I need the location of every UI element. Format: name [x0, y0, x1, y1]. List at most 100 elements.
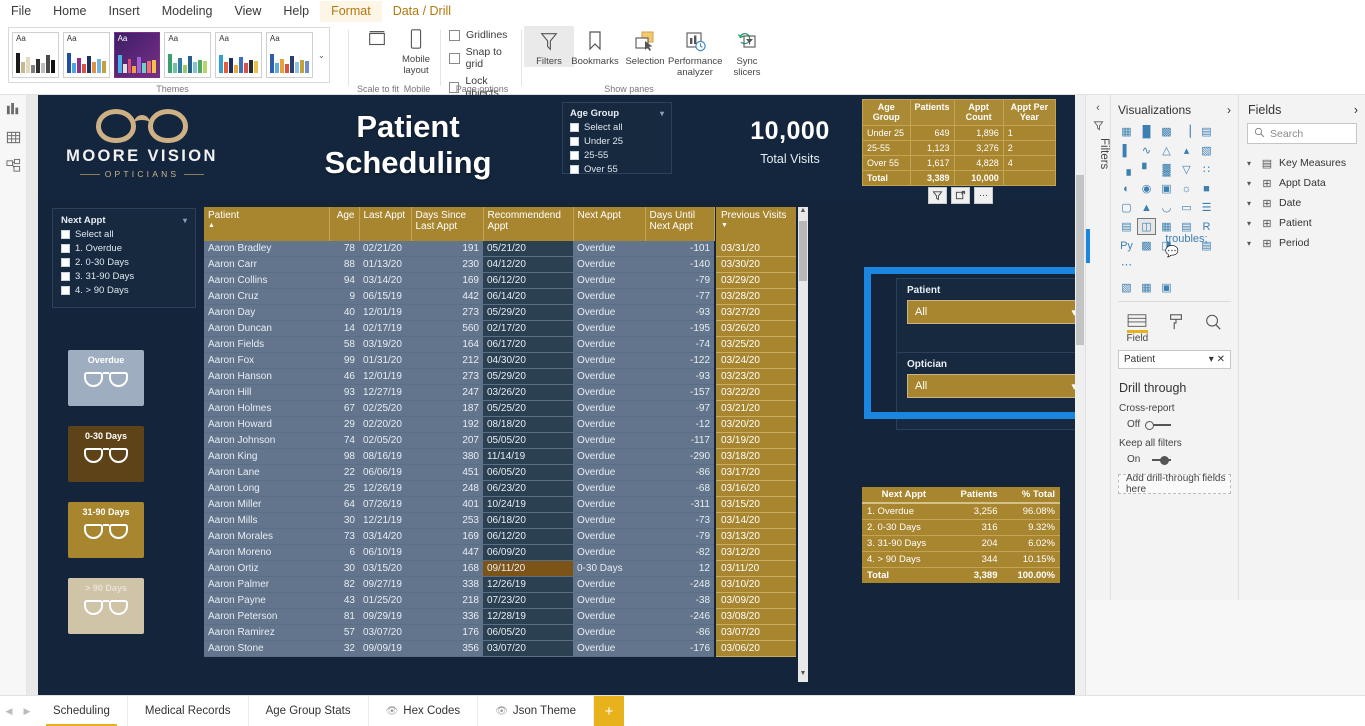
filled-map-icon[interactable]: ■	[1197, 180, 1216, 197]
table-patient-detail[interactable]: Patient ▲ Age Last Appt Days Since Last A…	[204, 207, 715, 657]
treemap-icon[interactable]: ▣	[1157, 180, 1176, 197]
previous-visit-row[interactable]: 03/22/20	[716, 385, 796, 401]
checkbox-snap-to-grid[interactable]: Snap to grid	[449, 46, 520, 70]
waterfall-chart-icon[interactable]: ▓	[1157, 161, 1176, 178]
page-tab-medical-records[interactable]: Medical Records	[128, 696, 249, 726]
slicer-item-over-55[interactable]: Over 55	[570, 164, 664, 175]
slicer-patient[interactable]: Patient All ▾	[896, 278, 1096, 360]
previous-visit-row[interactable]: 03/16/20	[716, 481, 796, 497]
donut-chart-icon[interactable]: ◉	[1137, 180, 1156, 197]
ribbon-tab-home[interactable]: Home	[42, 1, 97, 22]
area-chart-icon[interactable]: △	[1157, 142, 1176, 159]
previous-visits-header[interactable]: Previous Visits ▼	[716, 207, 796, 241]
previous-visit-row[interactable]: 03/24/20	[716, 353, 796, 369]
drill-through-dropzone[interactable]: Add drill-through fields here	[1118, 473, 1231, 495]
fields-table-item-period[interactable]: ▾ ⊞ Period	[1239, 233, 1365, 253]
slicer-item-over-90-days[interactable]: 4. > 90 Days	[61, 285, 187, 296]
chevron-down-icon[interactable]: ▾	[1247, 179, 1255, 188]
ribbon-tab-help[interactable]: Help	[272, 1, 320, 22]
show-pane-filters-button[interactable]: Filters	[524, 26, 574, 67]
previous-visit-row[interactable]: 03/09/20	[716, 593, 796, 609]
analytics-well-tab[interactable]	[1204, 311, 1222, 344]
table-row[interactable]: Aaron Lane 22 06/06/19 451 06/05/20 Overdue -8…	[204, 464, 714, 481]
table-row[interactable]: Aaron Stone 32 09/09/19 356 03/07/20 Overdue -…	[204, 640, 714, 657]
paginated-report-icon[interactable]: ▤	[1197, 237, 1216, 254]
stacked-area-chart-icon[interactable]: ▴	[1177, 142, 1196, 159]
table-row[interactable]: Aaron Payne 43 01/25/20 218 07/23/20 Overdue -…	[204, 592, 714, 609]
slicer-item-under-25[interactable]: Under 25	[570, 136, 664, 147]
custom-visual-3-icon[interactable]: ▣	[1157, 279, 1176, 296]
field-well-value[interactable]: Patient ▾ ✕	[1118, 350, 1231, 369]
stacked-column-chart-icon[interactable]: █	[1137, 123, 1156, 140]
col-patients[interactable]: Patients	[945, 487, 1003, 504]
slicer-item-25-55[interactable]: 25-55	[570, 150, 664, 161]
slicer-next-appt[interactable]: Next Appt ▾ Select all 1. Overdue 2. 0-3…	[52, 208, 196, 308]
checkbox-gridlines[interactable]: Gridlines	[449, 29, 520, 41]
previous-visit-row[interactable]: 03/28/20	[716, 289, 796, 305]
slicer-item-31-90-days[interactable]: 3. 31-90 Days	[61, 271, 187, 282]
previous-visit-row[interactable]: 03/19/20	[716, 433, 796, 449]
previous-visit-row[interactable]: 03/20/20	[716, 417, 796, 433]
add-page-button[interactable]: +	[593, 696, 624, 726]
theme-swatch-6[interactable]: Aa	[265, 32, 313, 78]
ribbon-tab-insert[interactable]: Insert	[98, 1, 151, 22]
table-row[interactable]: Aaron Howard 29 02/20/20 192 08/18/20 Overdue…	[204, 416, 714, 433]
slicer-item-select-all[interactable]: Select all	[570, 122, 664, 133]
col-days-until-next-appt[interactable]: Days Until Next Appt	[645, 207, 715, 241]
card-over-90-days[interactable]: > 90 Days	[68, 578, 144, 634]
slicer-icon[interactable]: ◫	[1137, 218, 1156, 235]
table-row[interactable]: Aaron Holmes 67 02/25/20 187 05/25/20 Overdue…	[204, 400, 714, 417]
scroll-up-arrow-icon[interactable]: ▲	[798, 207, 808, 219]
previous-visit-row[interactable]: 03/30/20	[716, 257, 796, 273]
table-row[interactable]: Aaron Day 40 12/01/19 273 05/29/20 Overdue -93	[204, 304, 714, 321]
table-row[interactable]: Aaron Hanson 46 12/01/19 273 05/29/20 Overdue…	[204, 368, 714, 385]
custom-visual-2-icon[interactable]: ▦	[1137, 279, 1156, 296]
clustered-column-chart-icon[interactable]: ▕	[1177, 123, 1196, 140]
slicer-item-overdue[interactable]: 1. Overdue	[61, 243, 187, 254]
more-options-icon[interactable]: ⋯	[974, 187, 993, 204]
table-row[interactable]: 25-55 1,123 3,276 2	[862, 140, 1057, 156]
focus-mode-icon[interactable]	[951, 187, 970, 204]
previous-visit-row[interactable]: 03/18/20	[716, 449, 796, 465]
col-next-appt[interactable]: Next Appt	[862, 487, 946, 504]
slicer-item-0-30-days[interactable]: 2. 0-30 Days	[61, 257, 187, 268]
card-icon[interactable]: ▭	[1177, 199, 1196, 216]
ribbon-tab-file[interactable]: File	[0, 1, 42, 22]
table-age-group-summary[interactable]: Age Group Patients Appt Count Appt Per Y…	[862, 99, 1057, 186]
previous-visit-row[interactable]: 03/27/20	[716, 305, 796, 321]
table-row[interactable]: Aaron Morales 73 03/14/20 169 06/12/20 Overdu…	[204, 528, 714, 545]
table-row[interactable]: 1. Overdue 3,256 96.08%	[862, 503, 1060, 520]
chevron-down-icon[interactable]: ▾	[183, 216, 187, 225]
table-row[interactable]: Aaron Carr 88 01/13/20 230 04/12/20 Overdue -1…	[204, 256, 714, 273]
col-patients[interactable]: Patients	[909, 99, 955, 126]
data-view-icon[interactable]	[0, 123, 27, 151]
scatter-chart-icon[interactable]: ∷	[1197, 161, 1216, 178]
page-tab-prev-arrow-icon[interactable]: ◀	[0, 696, 18, 726]
previous-visit-row[interactable]: 03/15/20	[716, 497, 796, 513]
arcgis-map-icon[interactable]: ▲	[1137, 199, 1156, 216]
previous-visit-row[interactable]: 03/08/20	[716, 609, 796, 625]
table-row[interactable]: Aaron Hill 93 12/27/19 247 03/26/20 Overdue -1…	[204, 384, 714, 401]
expand-pane-chevron-icon[interactable]: ›	[1354, 103, 1358, 117]
expand-pane-chevron-icon[interactable]: ›	[1227, 103, 1231, 117]
table-row[interactable]: 2. 0-30 Days 316 9.32%	[862, 519, 1060, 536]
table-row[interactable]: Aaron Miller 64 07/26/19 401 10/24/19 Overdue…	[204, 496, 714, 513]
table-row[interactable]: Aaron Palmer 82 09/27/19 338 12/26/19 Overdue…	[204, 576, 714, 593]
cross-report-toggle[interactable]: Off	[1111, 416, 1238, 430]
theme-swatch-3[interactable]: Aa	[113, 32, 161, 78]
col-appt-per-year[interactable]: Appt Per Year	[1002, 99, 1057, 126]
slicer-optician[interactable]: Optician All ▾	[896, 352, 1096, 430]
previous-visit-row[interactable]: 03/06/20	[716, 641, 796, 657]
fields-table-item-appt-data[interactable]: ▾ ⊞ Appt Data	[1239, 173, 1365, 193]
previous-visit-row[interactable]: 03/17/20	[716, 465, 796, 481]
previous-visit-row[interactable]: 03/31/20	[716, 241, 796, 257]
funnel-chart-icon[interactable]: ▽	[1177, 161, 1196, 178]
slicer-age-group[interactable]: Age Group ▾ Select all Under 25 25-55 Ov…	[562, 102, 672, 175]
format-well-tab[interactable]	[1167, 311, 1185, 344]
table-row[interactable]: Over 55 1,617 4,828 4	[862, 155, 1057, 171]
theme-swatch-2[interactable]: Aa	[62, 32, 110, 78]
line-clustered-column-chart-icon[interactable]: ▗	[1117, 161, 1136, 178]
table-row[interactable]: Aaron Moreno 6 06/10/19 447 06/09/20 Overdue -…	[204, 544, 714, 561]
page-tab-age-group-stats[interactable]: Age Group Stats	[249, 696, 369, 726]
table-row[interactable]: Under 25 649 1,896 1	[862, 125, 1057, 141]
